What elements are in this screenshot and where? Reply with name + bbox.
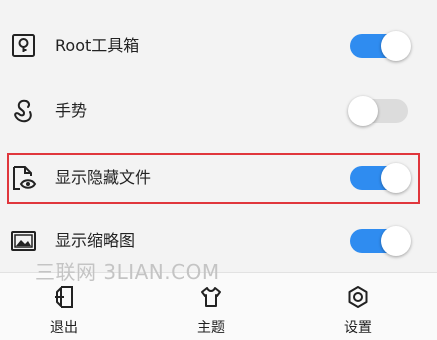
theme-label: 主题 [197,320,225,336]
root-toolbox-toggle[interactable] [350,31,411,61]
toggle-knob [348,96,378,126]
toggle-knob [381,226,411,256]
gesture-toggle[interactable] [348,96,411,126]
settings-list: Root工具箱 手势 显示隐藏文件 显示缩略图 [0,0,437,272]
show-thumbnails-toggle[interactable] [350,226,411,256]
setting-row-root-toolbox[interactable]: Root工具箱 [0,16,437,76]
highlight-box [7,153,420,204]
exit-label: 退出 [50,320,78,336]
settings-label: 设置 [344,320,372,336]
setting-label-gesture: 手势 [55,101,88,120]
gesture-icon [10,97,38,125]
exit-button[interactable]: 退出 [19,285,109,336]
exit-icon [55,286,73,308]
shirt-icon [201,287,221,307]
root-toolbox-icon [10,32,38,60]
settings-button[interactable]: 设置 [313,285,403,336]
setting-row-gesture[interactable]: 手势 [0,81,437,141]
setting-label-root-toolbox: Root工具箱 [55,36,140,55]
setting-label-show-thumbnails: 显示缩略图 [55,231,136,250]
thumbnail-icon [10,227,38,255]
theme-button[interactable]: 主题 [166,285,256,336]
watermark: 三联网 3LIAN.COM [35,260,220,284]
gear-icon [348,286,368,308]
toggle-knob [381,31,411,61]
